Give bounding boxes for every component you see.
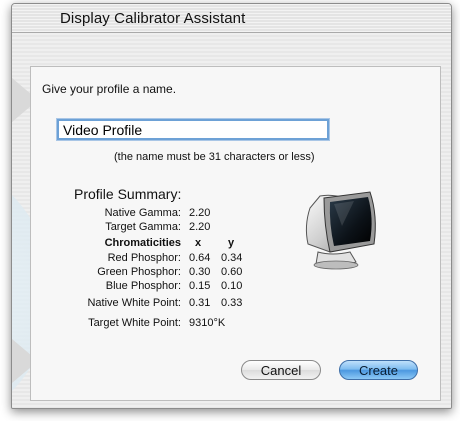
blue-phosphor-y: 0.10 xyxy=(221,280,243,292)
cancel-button[interactable]: Cancel xyxy=(241,360,321,380)
dialog-window: Display Calibrator Assistant xyxy=(11,3,452,409)
chromaticities-label: Chromaticities xyxy=(104,237,181,249)
native-white-point-x: 0.31 xyxy=(189,297,211,309)
title-bar[interactable]: Display Calibrator Assistant xyxy=(12,4,451,33)
native-gamma-value: 2.20 xyxy=(189,207,211,219)
name-hint: (the name must be 31 characters or less) xyxy=(114,151,315,163)
x-column-header: x xyxy=(195,237,202,249)
target-white-point-value: 9310°K xyxy=(189,317,226,329)
green-phosphor-y: 0.60 xyxy=(221,266,243,278)
prompt-text: Give your profile a name. xyxy=(42,82,177,96)
green-phosphor-label: Green Phosphor: xyxy=(97,266,181,278)
crt-monitor-icon xyxy=(305,191,376,270)
create-button[interactable]: Create xyxy=(339,360,418,380)
profile-name-input[interactable] xyxy=(57,119,329,140)
native-gamma-label: Native Gamma: xyxy=(104,207,181,219)
native-white-point-y: 0.33 xyxy=(221,297,243,309)
native-white-point-label: Native White Point: xyxy=(87,297,181,309)
window-title: Display Calibrator Assistant xyxy=(60,10,246,27)
red-phosphor-x: 0.64 xyxy=(189,252,211,264)
blue-phosphor-x: 0.15 xyxy=(189,280,211,292)
blue-phosphor-label: Blue Phosphor: xyxy=(105,280,181,292)
target-white-point-label: Target White Point: xyxy=(88,317,181,329)
y-column-header: y xyxy=(228,237,235,249)
red-phosphor-label: Red Phosphor: xyxy=(107,252,181,264)
target-gamma-value: 2.20 xyxy=(189,221,211,233)
green-phosphor-x: 0.30 xyxy=(189,266,211,278)
target-gamma-label: Target Gamma: xyxy=(105,221,181,233)
summary-title: Profile Summary: xyxy=(74,186,182,202)
red-phosphor-y: 0.34 xyxy=(221,252,243,264)
